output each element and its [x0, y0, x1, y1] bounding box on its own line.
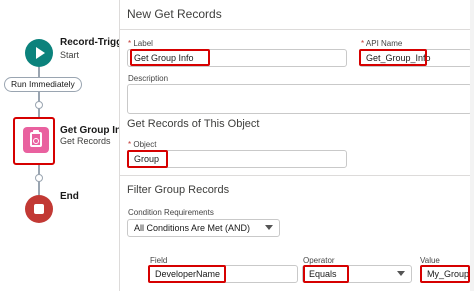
condition-requirements-select[interactable]: All Conditions Are Met (AND) [127, 219, 280, 237]
panel-title: New Get Records [127, 7, 222, 21]
run-immediately-pill[interactable]: Run Immediately [4, 77, 82, 92]
field-input[interactable]: DeveloperName [148, 265, 298, 283]
get-records-node-subtitle: Get Records [60, 136, 111, 146]
label-input[interactable]: Get Group Info [127, 49, 347, 67]
scrollbar[interactable] [470, 0, 474, 291]
end-node-icon[interactable] [25, 195, 53, 223]
chevron-down-icon [265, 225, 273, 230]
get-records-icon[interactable] [23, 127, 49, 153]
start-node-subtitle: Start [60, 50, 80, 60]
divider [120, 29, 474, 30]
search-icon [33, 138, 39, 144]
filter-section-title: Filter Group Records [127, 184, 230, 196]
add-element-dot[interactable] [35, 101, 43, 109]
end-node-title: End [60, 191, 79, 202]
label-field-label: * Label [128, 39, 153, 48]
properties-panel: New Get Records * Label Get Group Info *… [119, 0, 474, 291]
value-label: Value [420, 256, 440, 265]
object-label: * Object [128, 140, 157, 149]
operator-label: Operator [303, 256, 335, 265]
object-section-title: Get Records of This Object [127, 118, 260, 130]
start-node-icon[interactable] [25, 39, 53, 67]
condition-requirements-label: Condition Requirements [128, 208, 214, 217]
api-name-input[interactable]: Get_Group_Info [359, 49, 472, 67]
get-records-node-title[interactable]: Get Group Info [60, 125, 119, 136]
description-textarea[interactable] [127, 84, 472, 114]
add-element-dot[interactable] [35, 174, 43, 182]
field-label: Field [150, 256, 168, 265]
api-name-label: * API Name [361, 39, 403, 48]
operator-select[interactable]: Equals [302, 265, 412, 283]
value-input[interactable]: My_Group [420, 265, 470, 283]
start-node-title: Record-Triggered Flow [60, 37, 119, 48]
flow-builder: Record-Triggered Flow Start Run Immediat… [0, 0, 474, 291]
chevron-down-icon [397, 271, 405, 276]
stop-icon [34, 204, 44, 214]
flow-canvas: Record-Triggered Flow Start Run Immediat… [0, 0, 119, 291]
play-icon [36, 47, 45, 59]
connector-line [38, 67, 40, 77]
description-label: Description [128, 74, 169, 83]
divider [120, 175, 474, 176]
object-input[interactable]: Group [127, 150, 347, 168]
